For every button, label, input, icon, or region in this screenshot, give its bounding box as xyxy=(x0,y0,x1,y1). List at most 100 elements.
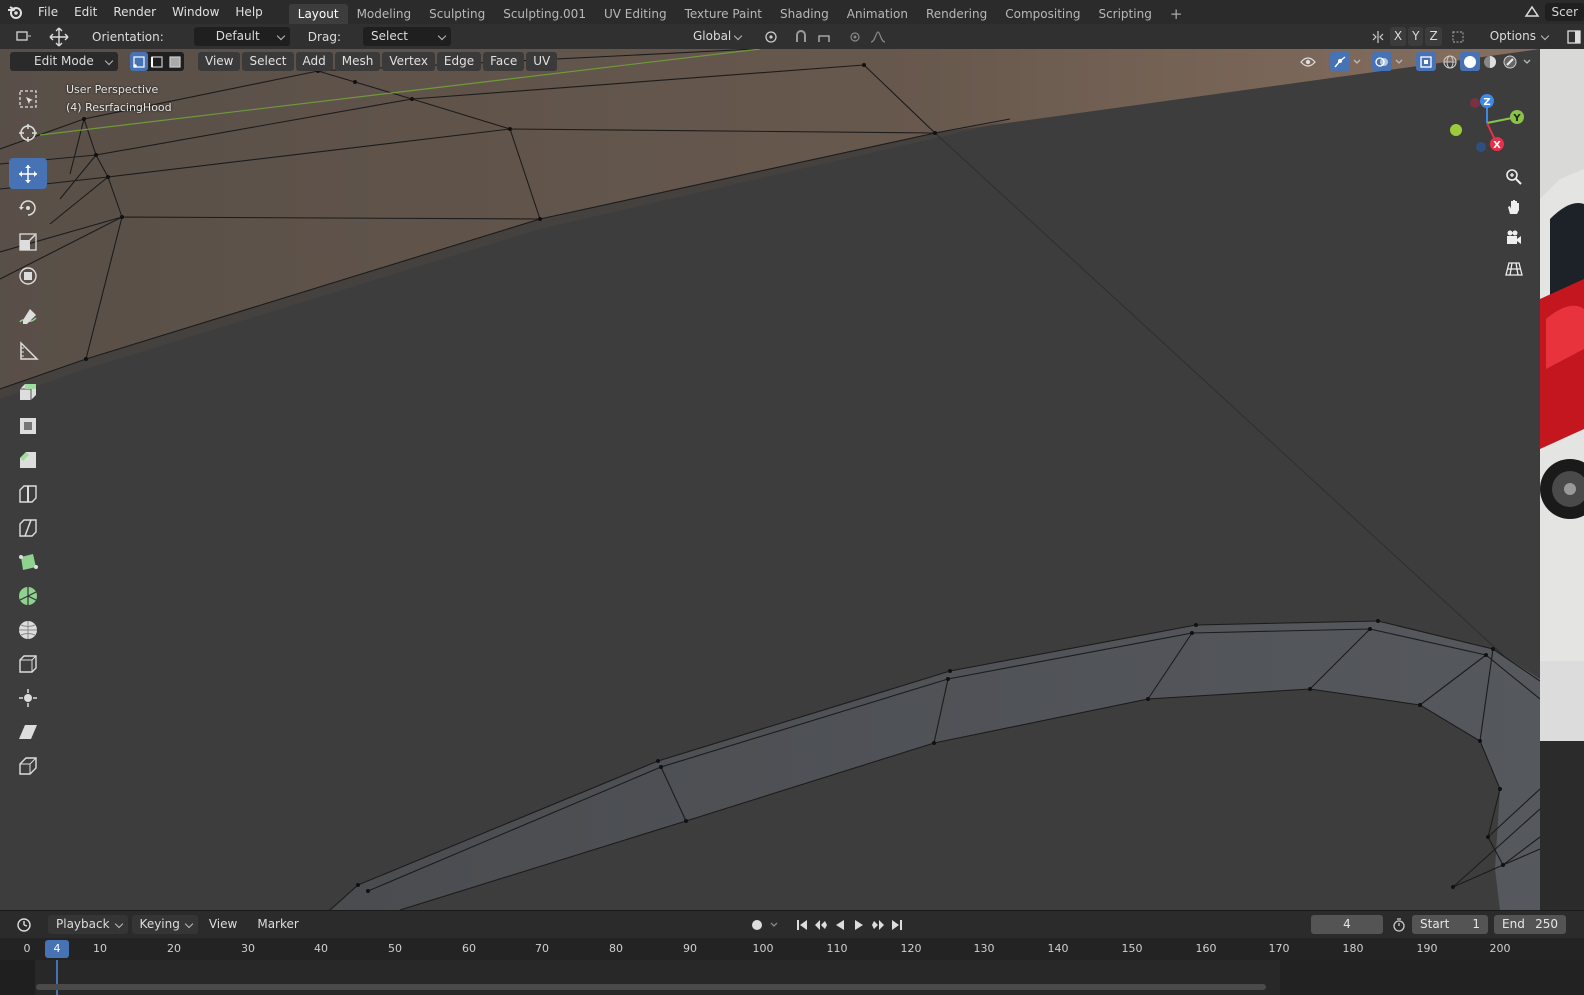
tab-layout[interactable]: Layout xyxy=(288,4,348,24)
material-shading-icon[interactable] xyxy=(1480,52,1500,71)
snap-icon[interactable] xyxy=(791,27,811,46)
annotate-tool[interactable] xyxy=(9,301,47,332)
menu-window[interactable]: Window xyxy=(164,0,227,24)
camera-view-icon[interactable] xyxy=(1500,224,1528,252)
mirror-options-icon[interactable] xyxy=(1368,27,1388,46)
editor-type-icon[interactable] xyxy=(10,27,38,46)
select-box-tool[interactable] xyxy=(9,83,47,114)
loop-cut-tool[interactable] xyxy=(9,478,47,509)
perspective-toggle-icon[interactable] xyxy=(1500,255,1528,283)
overlays-dropdown-icon[interactable] xyxy=(1392,52,1406,71)
tab-modeling[interactable]: Modeling xyxy=(348,4,421,24)
menu-render[interactable]: Render xyxy=(105,0,164,24)
jump-to-keyframe-forward-icon[interactable] xyxy=(869,915,888,934)
rotate-tool[interactable] xyxy=(9,192,47,223)
blender-logo-icon[interactable] xyxy=(0,0,30,24)
tab-sculpting-001[interactable]: Sculpting.001 xyxy=(494,4,595,24)
mirror-y-toggle[interactable]: Y xyxy=(1408,27,1424,46)
move-tool[interactable] xyxy=(9,158,47,189)
menu-view[interactable]: View xyxy=(198,52,241,71)
smooth-tool[interactable] xyxy=(9,614,47,645)
extrude-tool[interactable] xyxy=(9,376,47,407)
transform-tool[interactable] xyxy=(9,260,47,291)
timeline-track-area[interactable] xyxy=(0,960,1584,995)
tab-animation[interactable]: Animation xyxy=(838,4,917,24)
auto-merge-icon[interactable] xyxy=(1448,27,1468,46)
menu-select[interactable]: Select xyxy=(242,52,294,71)
timeline-scrollbar[interactable] xyxy=(36,984,1266,990)
solid-shading-icon[interactable] xyxy=(1460,52,1480,71)
jump-to-keyframe-back-icon[interactable] xyxy=(812,915,831,934)
overlays-icon[interactable] xyxy=(1372,52,1392,71)
gizmo-toggle-icon[interactable] xyxy=(1330,52,1350,71)
drag-dropdown[interactable]: Select Box xyxy=(362,27,451,62)
playback-dropdown[interactable]: Playback xyxy=(48,915,128,934)
poly-build-tool[interactable] xyxy=(9,546,47,577)
edge-select-icon[interactable] xyxy=(148,52,166,71)
mode-dropdown[interactable]: Edit Mode xyxy=(10,52,118,71)
xray-icon[interactable] xyxy=(1416,52,1436,71)
auto-keying-icon[interactable] xyxy=(748,915,767,934)
navigation-gizmo[interactable]: Z Y X xyxy=(1445,89,1535,169)
menu-edge[interactable]: Edge xyxy=(436,52,482,71)
sidebar-toggle-icon[interactable] xyxy=(1564,27,1584,46)
tab-sculpting[interactable]: Sculpting xyxy=(420,4,494,24)
jump-to-start-icon[interactable] xyxy=(793,915,812,934)
shading-dropdown-icon[interactable] xyxy=(1520,52,1534,71)
menu-vertex[interactable]: Vertex xyxy=(382,52,435,71)
spin-tool[interactable] xyxy=(9,580,47,611)
shrink-fatten-tool[interactable] xyxy=(9,682,47,713)
mirror-z-toggle[interactable]: Z xyxy=(1425,27,1442,46)
tab-rendering[interactable]: Rendering xyxy=(917,4,996,24)
pivot-point-icon[interactable] xyxy=(757,27,785,46)
wireframe-shading-icon[interactable] xyxy=(1440,52,1460,71)
frame-ruler[interactable]: 0 10 20 30 40 50 60 70 80 90 100 110 120… xyxy=(0,938,1584,960)
menu-face[interactable]: Face xyxy=(483,52,525,71)
transform-orientation-dropdown[interactable]: Global xyxy=(670,27,747,46)
shear-tool[interactable] xyxy=(9,716,47,747)
playhead[interactable]: 4 xyxy=(45,940,69,958)
pan-hand-icon[interactable] xyxy=(1500,193,1528,221)
tab-scripting[interactable]: Scripting xyxy=(1089,4,1160,24)
edge-slide-tool[interactable] xyxy=(9,648,47,679)
options-dropdown[interactable]: Options xyxy=(1481,27,1554,46)
vertex-select-icon[interactable] xyxy=(130,52,148,71)
knife-tool[interactable] xyxy=(9,512,47,543)
scene-name[interactable]: Scer xyxy=(1545,3,1584,21)
rip-region-tool[interactable] xyxy=(9,750,47,781)
jump-to-end-icon[interactable] xyxy=(888,915,907,934)
play-icon[interactable] xyxy=(850,915,869,934)
bevel-tool[interactable] xyxy=(9,444,47,475)
zoom-icon[interactable] xyxy=(1500,163,1528,191)
visibility-icon[interactable] xyxy=(1294,52,1322,71)
mirror-x-toggle[interactable]: X xyxy=(1389,27,1407,46)
measure-tool[interactable] xyxy=(9,335,47,366)
scene-icon[interactable] xyxy=(1519,5,1545,19)
tab-texture-paint[interactable]: Texture Paint xyxy=(676,4,771,24)
face-select-icon[interactable] xyxy=(166,52,184,71)
end-frame-field[interactable]: End 250 xyxy=(1494,915,1566,934)
add-workspace-icon[interactable]: + xyxy=(1161,4,1192,24)
tab-compositing[interactable]: Compositing xyxy=(996,4,1089,24)
menu-uv[interactable]: UV xyxy=(526,52,558,71)
timeline-view-menu[interactable]: View xyxy=(202,915,244,934)
move-tool-icon[interactable] xyxy=(46,27,72,46)
menu-mesh[interactable]: Mesh xyxy=(334,52,381,71)
reference-image-panel[interactable] xyxy=(1540,49,1584,910)
menu-edit[interactable]: Edit xyxy=(66,0,105,24)
menu-help[interactable]: Help xyxy=(227,0,270,24)
rendered-shading-icon[interactable] xyxy=(1500,52,1520,71)
play-reverse-icon[interactable] xyxy=(831,915,850,934)
current-frame-field[interactable]: 4 xyxy=(1311,915,1383,934)
scale-tool[interactable] xyxy=(9,226,47,257)
stopwatch-icon[interactable] xyxy=(1389,915,1408,934)
inset-tool[interactable] xyxy=(9,410,47,441)
menu-file[interactable]: File xyxy=(30,0,66,24)
keying-dropdown[interactable]: Keying xyxy=(131,915,198,934)
menu-add[interactable]: Add xyxy=(295,52,333,71)
start-frame-field[interactable]: Start 1 xyxy=(1412,915,1488,934)
proportional-edit-icon[interactable] xyxy=(845,27,865,46)
keying-set-dropdown-icon[interactable] xyxy=(767,915,781,934)
tab-shading[interactable]: Shading xyxy=(771,4,838,24)
gizmo-dropdown-icon[interactable] xyxy=(1350,52,1364,71)
